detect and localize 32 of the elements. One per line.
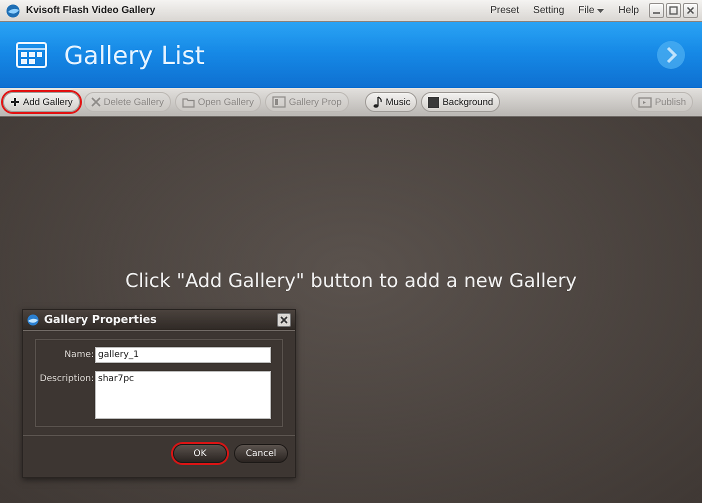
toolbar-button[interactable]: Add Gallery xyxy=(3,92,80,112)
field-label: Description: xyxy=(38,372,94,384)
menu-item[interactable]: File xyxy=(578,5,604,16)
dialog-button[interactable]: OK xyxy=(173,444,227,464)
hint-text: Click "Add Gallery" button to add a new Gallery xyxy=(125,270,577,294)
dialog-button[interactable]: Cancel xyxy=(234,444,288,464)
folder-icon xyxy=(182,96,195,108)
music-note-icon xyxy=(372,96,383,108)
square-icon xyxy=(428,96,440,108)
close-icon[interactable] xyxy=(683,3,698,18)
app-logo-icon xyxy=(27,314,39,326)
close-icon[interactable] xyxy=(277,312,291,327)
page-title: Gallery List xyxy=(64,40,206,70)
menu-item[interactable]: Preset xyxy=(490,5,520,16)
gallery-grid-icon xyxy=(16,42,47,68)
field-label: Name: xyxy=(63,348,94,360)
window-title: Kvisoft Flash Video Gallery xyxy=(26,5,156,16)
screen-icon xyxy=(638,96,652,108)
menu-item[interactable]: Help xyxy=(618,5,639,16)
plus-icon xyxy=(10,97,20,107)
panel-icon xyxy=(272,96,286,108)
dialog-title: Gallery Properties xyxy=(44,313,158,326)
cross-icon xyxy=(90,97,101,107)
maximize-icon[interactable] xyxy=(666,3,681,18)
minimize-icon[interactable] xyxy=(649,3,664,18)
description-field[interactable]: shar7pc xyxy=(95,370,271,419)
menu-item[interactable]: Setting xyxy=(533,5,564,16)
caret-icon xyxy=(597,8,604,12)
app-logo-icon xyxy=(6,4,20,18)
toolbar-button[interactable]: Background xyxy=(421,92,500,112)
toolbar-button[interactable]: Music xyxy=(364,92,418,112)
name-field[interactable]: gallery_1 xyxy=(95,346,271,363)
